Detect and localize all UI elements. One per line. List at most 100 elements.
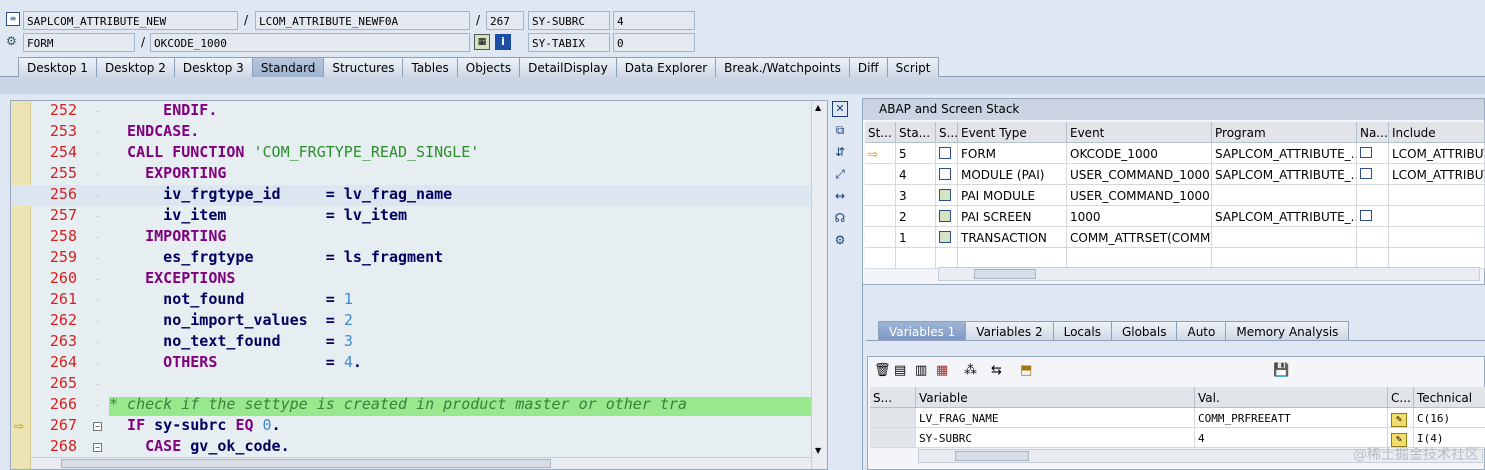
tab-auto[interactable]: Auto (1176, 321, 1227, 340)
stack-cell[interactable] (1357, 143, 1389, 164)
import-icon[interactable]: ▤ (894, 363, 906, 378)
variable-cell[interactable] (870, 408, 916, 428)
stack-cell[interactable]: 3 (896, 185, 936, 206)
stack-column-header[interactable]: S... (936, 122, 958, 143)
variables-column-header[interactable]: S... (870, 387, 916, 408)
stack-cell[interactable]: OKCODE_1000 (1067, 143, 1212, 164)
stack-cell[interactable]: 2 (896, 206, 936, 227)
new-window-icon[interactable]: ⧉ (832, 122, 848, 138)
program-field[interactable]: SAPLCOM_ATTRIBUTE_NEW (23, 11, 238, 30)
stack-column-header[interactable]: Event (1067, 122, 1212, 143)
save-icon[interactable]: 💾 (1273, 363, 1289, 378)
variable-name-cell[interactable]: SY-SUBRC (916, 428, 1195, 448)
tab-globals[interactable]: Globals (1110, 321, 1178, 340)
var2-value-field[interactable]: 0 (613, 33, 695, 52)
stack-column-header[interactable]: St... (865, 122, 896, 143)
stack-cell[interactable]: SAPLCOM_ATTRIBUTE_... (1212, 206, 1357, 227)
stack-cell[interactable]: LCOM_ATTRIBUT (1389, 164, 1485, 185)
variables-column-header[interactable]: C... (1388, 387, 1414, 408)
stack-cell[interactable] (896, 248, 936, 269)
stack-cell[interactable] (1389, 206, 1485, 227)
stack-cell[interactable] (936, 248, 958, 269)
stack-column-header[interactable]: Include (1389, 122, 1485, 143)
stack-cell[interactable]: USER_COMMAND_1000 (1067, 164, 1212, 185)
stack-cell[interactable] (865, 248, 896, 269)
var1-value-field[interactable]: 4 (613, 11, 695, 30)
stack-cell[interactable] (936, 206, 958, 227)
navigate-icon[interactable] (1360, 168, 1372, 179)
delete-icon[interactable]: 🗑 (874, 363, 891, 378)
tab-standard[interactable]: Standard (251, 57, 325, 77)
maximize-icon[interactable]: ⤢ (832, 166, 848, 182)
headset-icon[interactable]: ☊ (832, 210, 848, 226)
stack-cell[interactable] (1067, 248, 1212, 269)
variables-column-header[interactable]: Variable (916, 387, 1195, 408)
load-icon[interactable]: ▥ (915, 363, 927, 378)
stack-cell[interactable] (1357, 248, 1389, 269)
stack-cell[interactable] (1357, 185, 1389, 206)
include-field[interactable]: LCOM_ATTRIBUTE_NEWF0A (255, 11, 470, 30)
stack-cell[interactable] (865, 185, 896, 206)
event-type-field[interactable]: FORM (23, 33, 135, 52)
event-type-cell[interactable]: MODULE (PAI) (958, 164, 1067, 185)
hierarchy-icon[interactable]: ⁂ (964, 363, 977, 378)
info-icon[interactable]: i (495, 34, 511, 50)
navigate-icon[interactable]: ⇆ (991, 363, 1002, 378)
stack-cell[interactable]: 4 (896, 164, 936, 185)
editor-vertical-scrollbar[interactable]: ▲ ▼ (811, 101, 827, 469)
stack-cell[interactable] (1357, 164, 1389, 185)
stack-cell[interactable] (1212, 227, 1357, 248)
tab-desktop-3[interactable]: Desktop 3 (173, 57, 253, 77)
stack-cell[interactable] (865, 164, 896, 185)
stack-horizontal-scrollbar[interactable] (938, 267, 1480, 281)
source-editor[interactable]: 252 ENDIF. 253 ENDCASE. 254 CALL FUNCTION … (10, 100, 828, 470)
tab-structures[interactable]: Structures (323, 57, 404, 77)
save-list-icon[interactable]: ▦ (936, 363, 948, 378)
stack-cell[interactable]: COMM_ATTRSET(COMM... (1067, 227, 1212, 248)
var1-name-field[interactable]: SY-SUBRC (528, 11, 610, 30)
stack-cell[interactable]: USER_COMMAND_1000 (1067, 185, 1212, 206)
stack-cell[interactable] (1357, 206, 1389, 227)
fold-toggle-icon[interactable]: − (93, 443, 102, 452)
stack-cell[interactable] (936, 143, 958, 164)
settings-icon[interactable]: ⚙ (832, 232, 848, 248)
stack-cell[interactable]: 1000 (1067, 206, 1212, 227)
stack-cell[interactable] (1357, 227, 1389, 248)
tab-break-watchpoints[interactable]: Break./Watchpoints (715, 57, 850, 77)
stack-column-header[interactable]: Sta... (896, 122, 936, 143)
variable-cell[interactable]: ✎ (1388, 408, 1414, 428)
var2-name-field[interactable]: SY-TABIX (528, 33, 610, 52)
navigate-icon[interactable] (1360, 210, 1372, 221)
variable-value-cell[interactable]: COMM_PRFREEATT (1195, 408, 1388, 428)
stack-cell[interactable] (1389, 185, 1485, 206)
stack-cell[interactable] (865, 227, 896, 248)
event-type-cell[interactable]: PAI SCREEN (958, 206, 1067, 227)
event-type-cell[interactable]: PAI MODULE (958, 185, 1067, 206)
line-field[interactable]: 267 (486, 11, 524, 30)
event-type-cell[interactable]: FORM (958, 143, 1067, 164)
stack-cell[interactable] (936, 185, 958, 206)
event-type-cell[interactable] (958, 248, 1067, 269)
tab-locals[interactable]: Locals (1052, 321, 1112, 340)
tab-script[interactable]: Script (886, 57, 940, 77)
tab-desktop-2[interactable]: Desktop 2 (95, 57, 175, 77)
tab-variables-1[interactable]: Variables 1 (878, 321, 967, 340)
variable-name-cell[interactable]: LV_FRAG_NAME (916, 408, 1195, 428)
split-icon[interactable]: ⇵ (832, 144, 848, 160)
stack-cell[interactable] (1212, 185, 1357, 206)
editor-horizontal-scrollbar[interactable] (31, 457, 811, 469)
tab-diff[interactable]: Diff (848, 57, 888, 77)
stack-cell[interactable]: SAPLCOM_ATTRIBUTE_... (1212, 164, 1357, 185)
stack-cell[interactable]: LCOM_ATTRIBUT (1389, 143, 1485, 164)
event-field[interactable]: OKCODE_1000 (150, 33, 470, 52)
variables-column-header[interactable]: Technical (1414, 387, 1485, 408)
variables-column-header[interactable]: Val. (1195, 387, 1388, 408)
tab-tables[interactable]: Tables (402, 57, 458, 77)
display-icon[interactable]: ▦ (474, 34, 490, 50)
folder-icon[interactable]: ⬒ (1020, 363, 1032, 378)
tab-detaildisplay[interactable]: DetailDisplay (519, 57, 617, 77)
tab-desktop-1[interactable]: Desktop 1 (18, 57, 97, 77)
stack-cell[interactable]: 5 (896, 143, 936, 164)
tab-data-explorer[interactable]: Data Explorer (615, 57, 717, 77)
stack-cell[interactable] (936, 164, 958, 185)
